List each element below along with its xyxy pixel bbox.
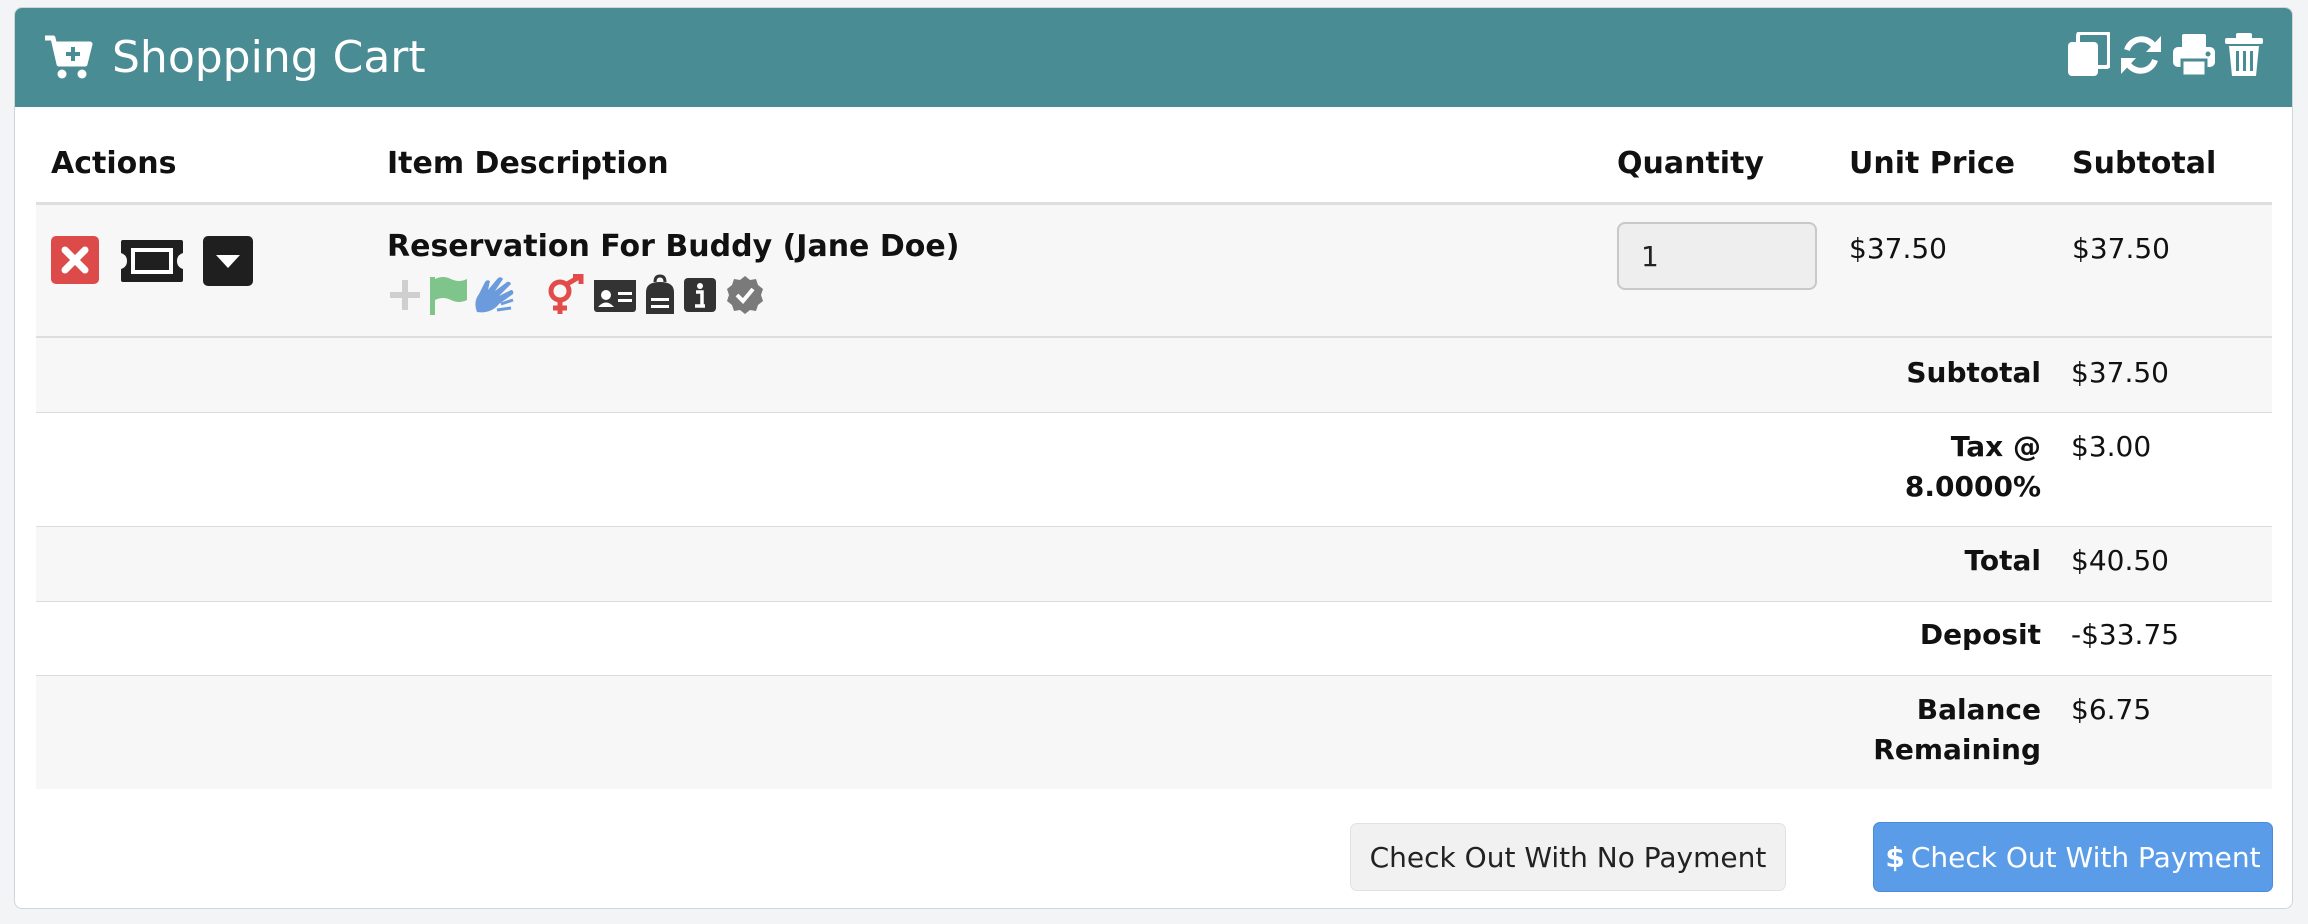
summary-subtotal-label: Subtotal [1906,356,2041,389]
gender-icon[interactable] [543,274,587,316]
remove-icon [61,246,89,274]
plus-icon[interactable] [387,274,423,316]
trash-icon[interactable] [2222,32,2266,78]
summary-tax-label-line1: Tax @ [1950,430,2041,463]
quantity-input[interactable] [1617,222,1817,290]
checkout-no-payment-button[interactable]: Check Out With No Payment [1350,823,1786,891]
summary-balance-label-line1: Balance [1916,693,2041,726]
dropdown-caret-icon [216,255,240,268]
summary-row-total [36,527,2272,601]
summary-tax-label-line2: 8.0000% [1904,470,2041,503]
summary-tax-value: $3.00 [2071,430,2152,463]
summary-balance-value: $6.75 [2071,693,2152,726]
page-title: Shopping Cart [112,32,426,83]
summary-balance-label-line2: Remaining [1873,733,2041,766]
backpack-icon[interactable] [643,274,677,316]
summary-total-value: $40.50 [2071,544,2169,577]
column-header-quantity: Quantity [1617,146,1764,181]
shopping-cart-panel: Shopping Cart Actions Item Description Q… [14,7,2293,909]
column-header-subtotal: Subtotal [2072,146,2217,181]
info-icon[interactable] [683,274,717,316]
remove-item-button[interactable] [51,236,99,284]
row-divider [36,412,2272,413]
row-divider [36,601,2272,602]
copy-icon[interactable] [2066,32,2110,78]
flag-icon[interactable] [427,274,469,316]
summary-total-label: Total [1964,544,2042,577]
checkout-with-payment-label: Check Out With Payment [1910,840,2261,874]
item-description: Reservation For Buddy (Jane Doe) [387,229,960,264]
sign-language-icon[interactable] [471,274,517,316]
ticket-button[interactable] [119,238,185,284]
summary-subtotal-value: $37.50 [2071,356,2169,389]
row-subtotal-cell: $37.50 [2072,232,2170,265]
ticket-icon [121,240,183,282]
verified-badge-icon[interactable] [725,274,765,316]
unit-price-cell: $37.50 [1849,232,1947,265]
checkout-with-payment-button[interactable]: $ Check Out With Payment [1873,822,2273,892]
item-options-dropdown[interactable] [203,236,253,286]
summary-tax-label: Tax @ 8.0000% [1905,427,2041,507]
column-header-unit-price: Unit Price [1849,146,2015,181]
cart-plus-icon [45,35,93,79]
dollar-icon: $ [1885,840,1905,874]
summary-deposit-value: -$33.75 [2071,618,2180,651]
table-row [36,205,2272,336]
refresh-icon[interactable] [2119,32,2163,78]
summary-deposit-label: Deposit [1919,618,2041,651]
column-header-actions: Actions [51,146,177,181]
id-card-icon[interactable] [593,274,637,316]
print-icon[interactable] [2172,32,2216,78]
summary-balance-label: Balance Remaining [1873,690,2041,770]
panel-header: Shopping Cart [15,8,2292,107]
column-header-description: Item Description [387,146,669,181]
